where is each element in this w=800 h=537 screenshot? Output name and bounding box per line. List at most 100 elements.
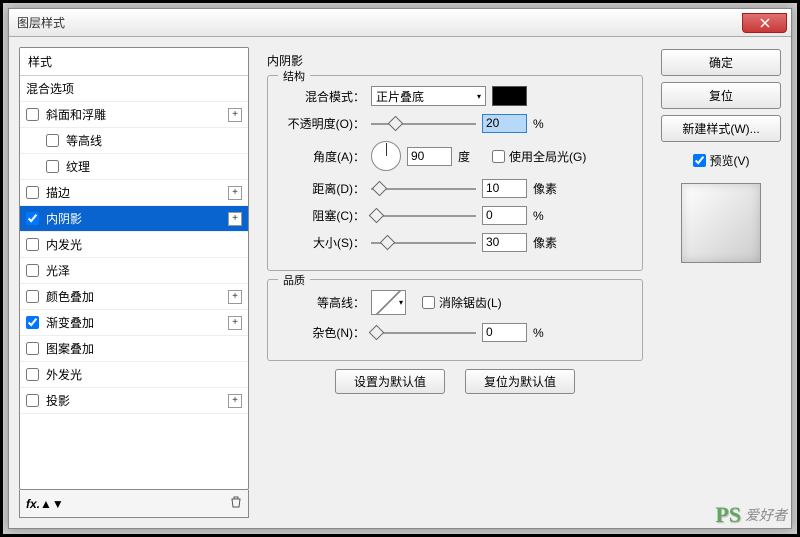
- style-item[interactable]: 等高线: [20, 128, 248, 154]
- angle-input[interactable]: 90: [407, 147, 452, 166]
- choke-slider[interactable]: [371, 209, 476, 223]
- style-label: 描边: [46, 184, 70, 201]
- style-item[interactable]: 渐变叠加 +: [20, 310, 248, 336]
- structure-label: 结构: [278, 68, 310, 84]
- style-checkbox[interactable]: [26, 394, 39, 407]
- style-checkbox[interactable]: [26, 108, 39, 121]
- opacity-slider[interactable]: [371, 117, 476, 131]
- contour-label: 等高线：: [280, 294, 365, 311]
- style-item[interactable]: 描边 +: [20, 180, 248, 206]
- arrow-up-icon[interactable]: ▲: [40, 497, 52, 511]
- style-item[interactable]: 颜色叠加+: [20, 284, 248, 310]
- contour-picker[interactable]: ▾: [371, 290, 406, 315]
- noise-slider[interactable]: [371, 326, 476, 340]
- chevron-down-icon: ▾: [399, 298, 405, 307]
- settings-panel: 内阴影 结构 混合模式： 正片叠底 ▾ 不透明度(O)： 20 %: [257, 47, 653, 518]
- new-style-button[interactable]: 新建样式(W)...: [661, 115, 781, 142]
- style-checkbox[interactable]: [26, 264, 39, 277]
- window-title: 图层样式: [9, 14, 65, 31]
- noise-label: 杂色(N)：: [280, 324, 365, 341]
- dialog-window: 图层样式 样式 混合选项 斜面和浮雕 + 等高线纹理描边 + 内阴影 + 内发光光泽颜色叠加…: [8, 8, 792, 529]
- opacity-unit: %: [533, 117, 561, 131]
- arrow-down-icon[interactable]: ▼: [52, 497, 64, 511]
- expand-icon[interactable]: +: [228, 394, 242, 408]
- style-label: 投影: [46, 392, 70, 409]
- style-checkbox[interactable]: [26, 212, 39, 225]
- style-item[interactable]: 内发光: [20, 232, 248, 258]
- style-label: 内发光: [46, 236, 82, 253]
- style-item[interactable]: 纹理: [20, 154, 248, 180]
- angle-unit: 度: [458, 148, 486, 165]
- noise-unit: %: [533, 326, 561, 340]
- opacity-label: 不透明度(O)：: [280, 115, 365, 132]
- style-checkbox[interactable]: [46, 134, 59, 147]
- style-label: 纹理: [66, 158, 90, 175]
- choke-label: 阻塞(C)：: [280, 207, 365, 224]
- style-item[interactable]: 外发光: [20, 362, 248, 388]
- fx-icon[interactable]: fx.: [26, 497, 40, 511]
- expand-icon[interactable]: +: [228, 186, 242, 200]
- section-title: 内阴影: [267, 52, 643, 69]
- choke-input[interactable]: 0: [482, 206, 527, 225]
- list-footer: fx. ▲ ▼: [19, 490, 249, 518]
- style-label: 内阴影: [46, 210, 82, 227]
- style-item[interactable]: 斜面和浮雕 +: [20, 102, 248, 128]
- style-item[interactable]: 投影 +: [20, 388, 248, 414]
- style-checkbox[interactable]: [26, 316, 39, 329]
- preview-label: 预览(V): [710, 152, 750, 169]
- style-item[interactable]: 图案叠加: [20, 336, 248, 362]
- size-slider[interactable]: [371, 236, 476, 250]
- style-item[interactable]: 光泽: [20, 258, 248, 284]
- angle-dial[interactable]: [371, 141, 401, 171]
- reset-default-button[interactable]: 复位为默认值: [465, 369, 575, 394]
- size-input[interactable]: 30: [482, 233, 527, 252]
- trash-icon[interactable]: [230, 496, 242, 511]
- quality-fieldset: 品质 等高线： ▾ 消除锯齿(L) 杂色(N)： 0 %: [267, 279, 643, 361]
- titlebar: 图层样式: [9, 9, 791, 37]
- distance-slider[interactable]: [371, 182, 476, 196]
- expand-icon[interactable]: +: [228, 290, 242, 304]
- quality-label: 品质: [278, 272, 310, 288]
- right-panel: 确定 复位 新建样式(W)... 预览(V): [661, 47, 781, 518]
- style-item[interactable]: 内阴影 +: [20, 206, 248, 232]
- global-light-checkbox[interactable]: [492, 150, 505, 163]
- global-light-label: 使用全局光(G): [509, 148, 586, 165]
- style-checkbox[interactable]: [26, 186, 39, 199]
- style-label: 光泽: [46, 262, 70, 279]
- blend-options-item[interactable]: 混合选项: [20, 76, 248, 102]
- style-label: 等高线: [66, 132, 102, 149]
- expand-icon[interactable]: +: [228, 212, 242, 226]
- style-label: 图案叠加: [46, 340, 94, 357]
- blend-mode-dropdown[interactable]: 正片叠底 ▾: [371, 86, 486, 106]
- preview-box: [681, 183, 761, 263]
- style-checkbox[interactable]: [46, 160, 59, 173]
- watermark-logo: PS: [715, 502, 741, 528]
- style-label: 斜面和浮雕: [46, 106, 106, 123]
- styles-header[interactable]: 样式: [20, 48, 248, 76]
- set-default-button[interactable]: 设置为默认值: [335, 369, 445, 394]
- choke-unit: %: [533, 209, 561, 223]
- ok-button[interactable]: 确定: [661, 49, 781, 76]
- noise-input[interactable]: 0: [482, 323, 527, 342]
- opacity-input[interactable]: 20: [482, 114, 527, 133]
- blend-mode-label: 混合模式：: [280, 88, 365, 105]
- style-label: 渐变叠加: [46, 314, 94, 331]
- antialias-checkbox[interactable]: [422, 296, 435, 309]
- close-button[interactable]: [742, 13, 787, 33]
- expand-icon[interactable]: +: [228, 108, 242, 122]
- expand-icon[interactable]: +: [228, 316, 242, 330]
- watermark: PS 爱好者: [715, 502, 787, 528]
- style-checkbox[interactable]: [26, 342, 39, 355]
- style-checkbox[interactable]: [26, 290, 39, 303]
- style-checkbox[interactable]: [26, 238, 39, 251]
- preview-checkbox[interactable]: [693, 154, 706, 167]
- item-label: 混合选项: [26, 80, 74, 97]
- distance-unit: 像素: [533, 180, 561, 197]
- style-checkbox[interactable]: [26, 368, 39, 381]
- distance-input[interactable]: 10: [482, 179, 527, 198]
- distance-label: 距离(D)：: [280, 180, 365, 197]
- color-swatch[interactable]: [492, 86, 527, 106]
- cancel-button[interactable]: 复位: [661, 82, 781, 109]
- structure-fieldset: 结构 混合模式： 正片叠底 ▾ 不透明度(O)： 20 % 角度(A)：: [267, 75, 643, 271]
- style-list: 样式 混合选项 斜面和浮雕+等高线纹理描边+内阴影+内发光光泽颜色叠加+渐变叠加…: [19, 47, 249, 490]
